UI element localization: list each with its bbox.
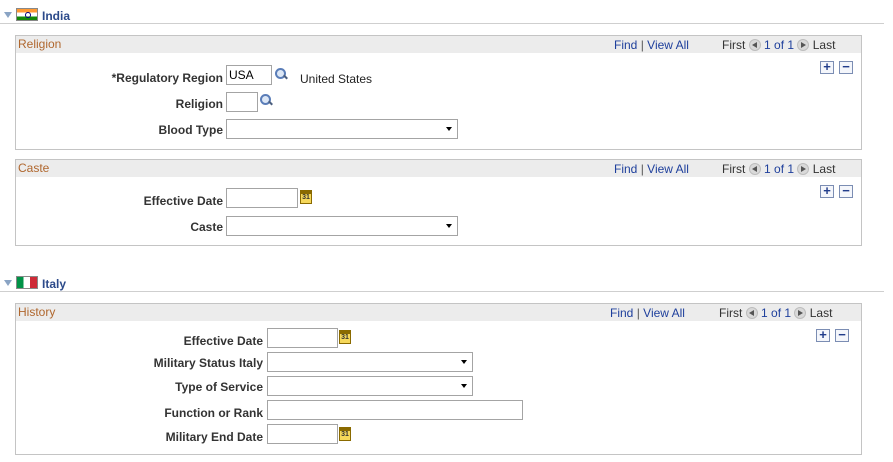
regulatory-region-label: *Regulatory Region [111,71,223,85]
country-name[interactable]: India [42,9,70,23]
military-status-label: Military Status Italy [153,356,263,370]
section-header: Religion Find | View All First 1 of 1 La… [16,36,861,53]
delete-row-button[interactable]: − [835,328,849,342]
view-all-link[interactable]: View All [643,306,685,320]
view-all-link[interactable]: View All [647,38,689,52]
italy-flag-icon [16,276,38,289]
blood-type-select[interactable] [226,119,458,139]
row-counter: 1 of 1 [764,38,795,52]
next-arrow-icon[interactable] [797,163,810,175]
section-header: History Find | View All First 1 of 1 Las… [16,304,861,321]
effective-date-label: Effective Date [143,194,223,208]
function-or-rank-label: Function or Rank [164,406,263,420]
view-all-link[interactable]: View All [647,162,689,176]
pager: First 1 of 1 Last [719,306,832,320]
function-or-rank-input[interactable] [267,400,523,420]
regulatory-region-input[interactable]: USA [226,65,272,85]
grid-navigation: Find | View All [614,38,689,52]
military-end-date-label: Military End Date [165,430,263,444]
religion-input[interactable] [226,92,258,112]
military-status-select[interactable] [267,352,473,372]
religion-section: Religion Find | View All First 1 of 1 La… [15,35,862,150]
country-name[interactable]: Italy [42,277,66,291]
find-link[interactable]: Find [614,162,637,176]
nav-separator: | [636,306,640,320]
first-label: First [722,38,746,52]
collapse-triangle-icon[interactable] [4,12,12,18]
last-label: Last [812,38,836,52]
dropdown-arrow-icon [461,360,467,364]
military-end-date-input[interactable] [267,424,338,444]
previous-arrow-icon[interactable] [748,163,761,175]
collapse-triangle-icon[interactable] [4,280,12,286]
grid-navigation: Find | View All [610,306,685,320]
type-of-service-select[interactable] [267,376,473,396]
type-of-service-label: Type of Service [175,380,263,394]
calendar-icon[interactable]: 31 [339,330,351,344]
section-title: Caste [18,161,50,175]
section-title: Religion [18,37,62,51]
previous-arrow-icon[interactable] [745,307,758,319]
next-arrow-icon[interactable] [797,39,810,51]
religion-label: Religion [175,97,223,111]
delete-row-button[interactable]: − [839,60,853,74]
grid-navigation: Find | View All [614,162,689,176]
delete-row-button[interactable]: − [839,184,853,198]
dropdown-arrow-icon [446,127,452,131]
religion-lookup-icon[interactable] [259,93,273,107]
effective-date-label: Effective Date [183,334,263,348]
dropdown-arrow-icon [461,384,467,388]
effective-date-input[interactable] [267,328,338,348]
row-counter: 1 of 1 [764,162,795,176]
india-flag-icon [16,8,38,21]
pager: First 1 of 1 Last [722,38,835,52]
history-section: History Find | View All First 1 of 1 Las… [15,303,862,455]
first-label: First [722,162,746,176]
add-row-button[interactable]: + [820,60,834,74]
last-label: Last [812,162,836,176]
calendar-icon[interactable]: 31 [339,427,351,441]
dropdown-arrow-icon [446,224,452,228]
section-title: History [18,305,56,319]
first-label: First [719,306,743,320]
find-link[interactable]: Find [610,306,633,320]
last-label: Last [809,306,833,320]
caste-section: Caste Find | View All First 1 of 1 Last … [15,159,862,246]
calendar-icon[interactable]: 31 [300,190,312,204]
previous-arrow-icon[interactable] [748,39,761,51]
caste-select[interactable] [226,216,458,236]
section-header: Caste Find | View All First 1 of 1 Last [16,160,861,177]
add-row-button[interactable]: + [820,184,834,198]
blood-type-label: Blood Type [158,123,223,137]
add-row-button[interactable]: + [816,328,830,342]
regulatory-region-lookup-icon[interactable] [274,67,288,81]
nav-separator: | [640,38,644,52]
find-link[interactable]: Find [614,38,637,52]
next-arrow-icon[interactable] [794,307,807,319]
pager: First 1 of 1 Last [722,162,835,176]
caste-label: Caste [190,220,223,234]
nav-separator: | [640,162,644,176]
row-counter: 1 of 1 [761,306,792,320]
country-header-india[interactable]: India [0,4,884,24]
effective-date-input[interactable] [226,188,298,208]
country-header-italy[interactable]: Italy [0,272,884,292]
regulatory-region-description: United States [300,72,373,86]
